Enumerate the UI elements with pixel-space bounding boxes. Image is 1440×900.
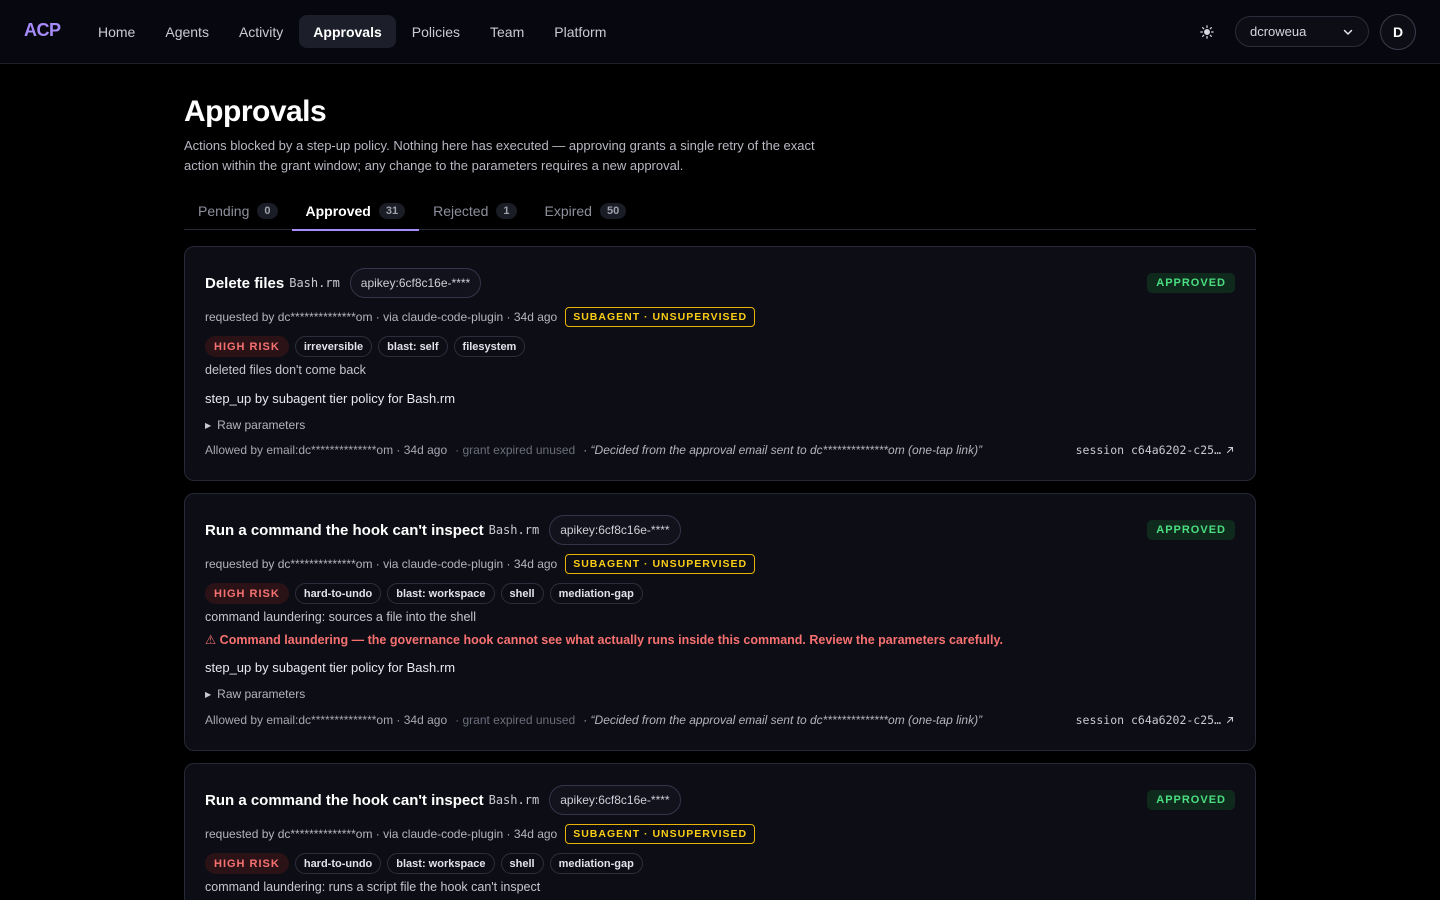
tab-expired[interactable]: Expired 50 — [531, 192, 641, 230]
tab-label: Approved — [305, 203, 371, 219]
approval-card: Run a command the hook can't inspect Bas… — [184, 763, 1256, 900]
top-navbar: ACP Home Agents Activity Approvals Polic… — [0, 0, 1440, 64]
nav-approvals[interactable]: Approvals — [299, 15, 396, 48]
tool-name: Bash.rm — [289, 276, 340, 290]
request-meta: requested by dc**************om · via cl… — [205, 310, 558, 324]
session-id: session c64a6202-c25… — [1075, 443, 1221, 457]
external-link-icon — [1226, 716, 1234, 724]
tab-count: 1 — [496, 203, 517, 219]
tag: irreversible — [294, 336, 373, 357]
tag-list: HIGH RISK hard-to-undo blast: workspace … — [205, 583, 1235, 604]
tab-rejected[interactable]: Rejected 1 — [419, 192, 530, 230]
tag: hard-to-undo — [294, 853, 382, 874]
risk-tag: HIGH RISK — [205, 336, 289, 357]
grant-status: · grant expired unused — [455, 713, 576, 727]
allowed-by: Allowed by email:dc**************om · 34… — [205, 713, 448, 727]
page-description: Actions blocked by a step-up policy. Not… — [184, 138, 815, 173]
approval-card: Delete files Bash.rm apikey:6cf8c16e-***… — [184, 246, 1256, 481]
decision-note: · “Decided from the approval email sent … — [583, 713, 983, 727]
nav-home[interactable]: Home — [84, 15, 149, 48]
disclosure-triangle-icon: ▶ — [205, 689, 212, 699]
decision-footer: Allowed by email:dc**************om · 34… — [205, 442, 1235, 458]
raw-parameters-label: Raw parameters — [217, 687, 306, 701]
tag: blast: workspace — [387, 853, 495, 874]
risk-tag: HIGH RISK — [205, 583, 289, 604]
status-tabs: Pending 0 Approved 31 Rejected 1 Expired… — [184, 192, 1256, 231]
decision-footer: Allowed by email:dc**************om · 34… — [205, 712, 1235, 728]
approval-title: Run a command the hook can't inspect — [205, 521, 484, 539]
tag-list: HIGH RISK irreversible blast: self files… — [205, 336, 1235, 357]
policy-line: step_up by subagent tier policy for Bash… — [205, 391, 456, 406]
risk-reason: command laundering: sources a file into … — [205, 610, 476, 624]
nav-activity[interactable]: Activity — [225, 15, 297, 48]
tool-name: Bash.rm — [488, 523, 540, 537]
tag: blast: workspace — [387, 583, 495, 604]
approval-card: Run a command the hook can't inspect Bas… — [184, 493, 1256, 751]
session-id: session c64a6202-c25… — [1075, 713, 1221, 727]
risk-reason: deleted files don't come back — [205, 363, 366, 377]
tab-pending[interactable]: Pending 0 — [184, 192, 292, 230]
approval-title: Delete files — [205, 274, 285, 292]
session-link[interactable]: session c64a6202-c25… — [1076, 713, 1235, 727]
risk-tag: HIGH RISK — [205, 853, 289, 874]
subagent-badge: SUBAGENT · UNSUPERVISED — [565, 554, 756, 574]
policy-line: step_up by subagent tier policy for Bash… — [205, 660, 456, 675]
risk-reason: command laundering: runs a script file t… — [205, 880, 541, 894]
raw-parameters-toggle[interactable]: ▶ Raw parameters — [205, 686, 1235, 702]
page-title: Approvals — [184, 95, 327, 128]
decision-note: · “Decided from the approval email sent … — [583, 443, 983, 457]
sun-icon — [1200, 25, 1214, 39]
nav-platform[interactable]: Platform — [540, 15, 620, 48]
tag: shell — [500, 583, 544, 604]
org-select-value: dcroweua — [1250, 24, 1307, 39]
status-badge: APPROVED — [1147, 520, 1235, 540]
approval-title: Run a command the hook can't inspect — [205, 791, 484, 809]
raw-parameters-label: Raw parameters — [217, 418, 306, 432]
main-nav: Home Agents Activity Approvals Policies … — [84, 15, 620, 48]
tag: mediation-gap — [549, 853, 643, 874]
raw-parameters-toggle[interactable]: ▶ Raw parameters — [205, 417, 1235, 433]
grant-status: · grant expired unused — [455, 443, 576, 457]
nav-team[interactable]: Team — [476, 15, 538, 48]
tag: filesystem — [453, 336, 526, 357]
nav-policies[interactable]: Policies — [398, 15, 474, 48]
tab-label: Rejected — [433, 203, 489, 219]
tag: blast: self — [378, 336, 448, 357]
org-select[interactable]: dcroweua — [1235, 16, 1369, 47]
tab-label: Pending — [198, 203, 250, 219]
tab-label: Expired — [544, 203, 592, 219]
allowed-by: Allowed by email:dc**************om · 34… — [205, 443, 448, 457]
request-meta: requested by dc**************om · via cl… — [205, 557, 558, 571]
tag: shell — [500, 853, 544, 874]
app-logo[interactable]: ACP — [24, 20, 61, 41]
tab-count: 50 — [599, 203, 627, 219]
request-meta: requested by dc**************om · via cl… — [205, 827, 558, 841]
user-avatar[interactable]: D — [1380, 14, 1416, 50]
tab-approved[interactable]: Approved 31 — [291, 192, 420, 231]
api-key-pill[interactable]: apikey:6cf8c16e-**** — [549, 785, 681, 815]
tag-list: HIGH RISK hard-to-undo blast: workspace … — [205, 853, 1235, 874]
chevron-down-icon — [1343, 29, 1353, 35]
tag: hard-to-undo — [294, 583, 382, 604]
tag: mediation-gap — [549, 583, 643, 604]
tab-count: 31 — [378, 203, 406, 219]
session-link[interactable]: session c64a6202-c25… — [1076, 443, 1235, 457]
tab-count: 0 — [257, 203, 278, 219]
tool-name: Bash.rm — [488, 793, 540, 807]
disclosure-triangle-icon: ▶ — [205, 420, 212, 430]
nav-agents[interactable]: Agents — [151, 15, 223, 48]
subagent-badge: SUBAGENT · UNSUPERVISED — [565, 824, 756, 844]
laundering-warning: ⚠ Command laundering — the governance ho… — [205, 633, 1003, 647]
subagent-badge: SUBAGENT · UNSUPERVISED — [565, 307, 756, 327]
theme-toggle-button[interactable] — [1193, 18, 1221, 46]
api-key-pill[interactable]: apikey:6cf8c16e-**** — [349, 268, 482, 298]
status-badge: APPROVED — [1147, 273, 1235, 293]
external-link-icon — [1226, 446, 1234, 454]
status-badge: APPROVED — [1147, 790, 1235, 810]
api-key-pill[interactable]: apikey:6cf8c16e-**** — [549, 515, 681, 545]
